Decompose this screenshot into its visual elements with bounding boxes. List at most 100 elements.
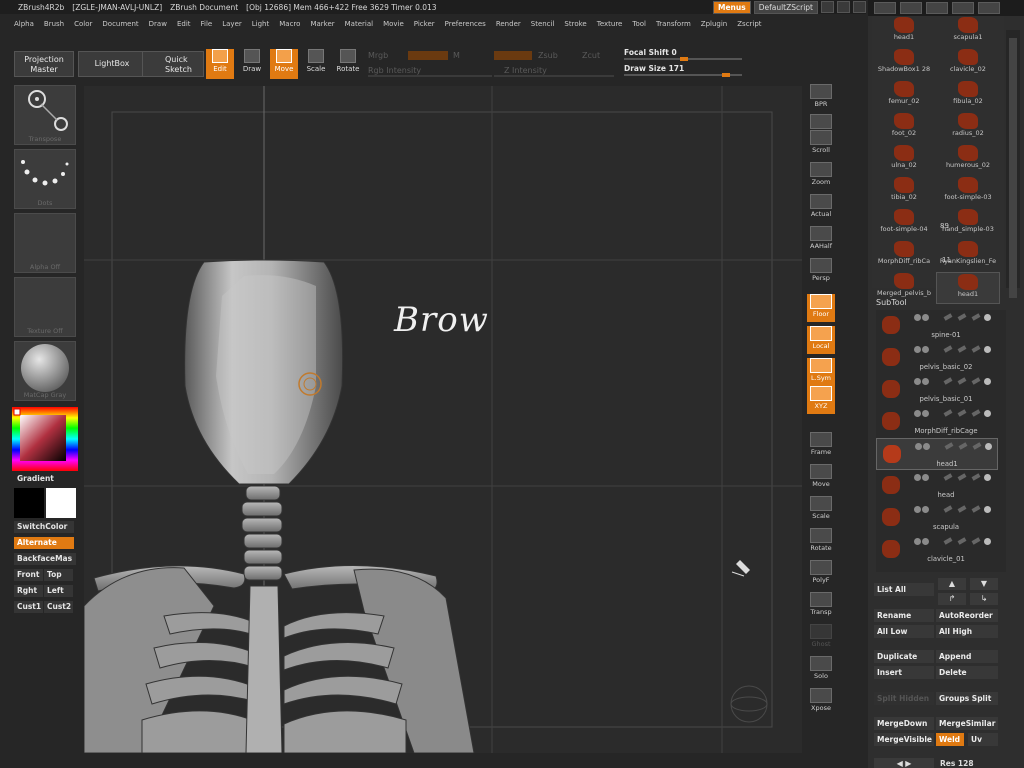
library-tool-item[interactable]: scapula1 (936, 16, 1000, 48)
edit-button[interactable]: Edit (206, 49, 234, 79)
library-scrollbar[interactable] (1006, 30, 1020, 298)
help-icon[interactable] (821, 1, 834, 13)
resolution-arrows[interactable]: ◀ ▶ (874, 758, 934, 768)
shelf-polyf-button[interactable]: PolyF (807, 560, 835, 588)
all-low-button[interactable]: All Low (874, 625, 934, 638)
shelf-actual-button[interactable]: Actual (807, 194, 835, 222)
shelf-zoom-button[interactable]: Zoom (807, 162, 835, 190)
left-view-button[interactable]: Left (44, 585, 73, 597)
shelf-local-button[interactable]: Local (807, 326, 835, 354)
projection-master-button[interactable]: Projection Master (14, 51, 74, 77)
draw-button[interactable]: Draw (238, 49, 266, 79)
move-button[interactable]: Move (270, 49, 298, 79)
library-tool-item[interactable]: humerous_02 (936, 144, 1000, 176)
panel-icon-5[interactable] (978, 2, 1000, 14)
menu-item-layer[interactable]: Layer (222, 20, 242, 28)
visibility-dot-icon[interactable] (922, 410, 929, 417)
shelf-frame-button[interactable]: Frame (807, 432, 835, 460)
menu-item-texture[interactable]: Texture (597, 20, 623, 28)
shelf-xyz-button[interactable]: XYZ (807, 386, 835, 414)
panel-icon-2[interactable] (900, 2, 922, 14)
mergesimilar-button[interactable]: MergeSimilar (936, 717, 998, 730)
library-tool-item[interactable]: fibula_02 (936, 80, 1000, 112)
lock-icon[interactable] (926, 2, 948, 14)
subtool-item[interactable]: head1 (876, 438, 998, 470)
subtool-item[interactable]: scapula (876, 502, 998, 534)
lightbox-button[interactable]: LightBox (78, 51, 146, 77)
visibility-dot-icon[interactable] (922, 474, 929, 481)
subtool-item[interactable]: head (876, 470, 998, 502)
secondary-color-swatch[interactable] (46, 488, 76, 518)
shelf-transp-button[interactable]: Transp (807, 592, 835, 620)
document-canvas[interactable]: Brow (84, 86, 802, 753)
shelf-xpose-button[interactable]: Xpose (807, 688, 835, 716)
subtool-item[interactable]: clavicle_01 (876, 534, 998, 566)
visibility-dot-icon[interactable] (914, 346, 921, 353)
menu-item-preferences[interactable]: Preferences (445, 20, 486, 28)
visibility-dot-icon[interactable] (915, 443, 922, 450)
library-tool-item[interactable]: radius_02 (936, 112, 1000, 144)
menu-item-edit[interactable]: Edit (177, 20, 191, 28)
default-zscript-button[interactable]: DefaultZScript (753, 0, 818, 14)
menu-item-draw[interactable]: Draw (149, 20, 167, 28)
visibility-dot-icon[interactable] (923, 443, 930, 450)
draw-size-slider[interactable]: Draw Size 171 (624, 64, 750, 78)
move-down-button[interactable]: ▼ (970, 578, 998, 590)
eye-icon[interactable] (984, 346, 991, 353)
material-thumbnail[interactable]: MatCap Gray (14, 341, 76, 401)
insert-button[interactable]: Insert (874, 666, 934, 679)
gradient-label[interactable]: Gradient (14, 473, 74, 485)
quick-sketch-button[interactable]: Quick Sketch (142, 51, 204, 77)
menu-item-zscript[interactable]: Zscript (737, 20, 761, 28)
zadd-toggle[interactable] (494, 51, 532, 60)
eye-icon[interactable] (985, 443, 992, 450)
all-high-button[interactable]: All High (936, 625, 998, 638)
library-tool-item[interactable]: clavicle_02 (936, 48, 1000, 80)
subtool-item[interactable]: spine-01 (876, 310, 998, 342)
shelf-lsym-button[interactable]: L.Sym (807, 358, 835, 386)
transpose-thumbnail[interactable]: Transpose (14, 85, 76, 145)
m-toggle[interactable]: M (453, 51, 460, 60)
visibility-dot-icon[interactable] (914, 474, 921, 481)
menu-item-marker[interactable]: Marker (310, 20, 334, 28)
shelf-scroll-button[interactable]: Scroll (807, 130, 835, 158)
draw-size-knob[interactable] (722, 73, 730, 77)
eye-icon[interactable] (984, 538, 991, 545)
menu-item-zplugin[interactable]: Zplugin (701, 20, 727, 28)
main-color-swatch[interactable] (14, 488, 44, 518)
right-view-button[interactable]: Rght (14, 585, 43, 597)
eye-icon[interactable] (984, 410, 991, 417)
library-scroll-thumb[interactable] (1009, 38, 1017, 298)
menu-item-light[interactable]: Light (252, 20, 269, 28)
menus-button[interactable]: Menus (713, 0, 751, 14)
shelf-move-button[interactable]: Move (807, 464, 835, 492)
custom-view-1-button[interactable]: Cust1 (14, 601, 43, 613)
menu-item-stroke[interactable]: Stroke (564, 20, 586, 28)
shelf-aahalf-button[interactable]: AAHalf (807, 226, 835, 254)
z-intensity-slider[interactable] (494, 75, 614, 77)
menu-item-color[interactable]: Color (74, 20, 92, 28)
rename-button[interactable]: Rename (874, 609, 934, 622)
swap-down-button[interactable]: ↳ (970, 593, 998, 605)
menu-item-brush[interactable]: Brush (44, 20, 64, 28)
rotate-button[interactable]: Rotate (334, 49, 362, 79)
visibility-dot-icon[interactable] (914, 410, 921, 417)
stroke-thumbnail[interactable]: Dots (14, 149, 76, 209)
visibility-dot-icon[interactable] (914, 538, 921, 545)
shelf-persp-button[interactable]: Persp (807, 258, 835, 286)
menu-item-material[interactable]: Material (345, 20, 373, 28)
texture-thumbnail[interactable]: Texture Off (14, 277, 76, 337)
menu-item-alpha[interactable]: Alpha (14, 20, 34, 28)
groups-split-button[interactable]: Groups Split (936, 692, 998, 705)
shelf-solo-button[interactable]: Solo (807, 656, 835, 684)
library-tool-item[interactable]: ShadowBox1 28 (872, 48, 936, 80)
menu-item-file[interactable]: File (201, 20, 213, 28)
move-up-button[interactable]: ▲ (938, 578, 966, 590)
menu-item-stencil[interactable]: Stencil (531, 20, 555, 28)
rgb-intensity-slider[interactable] (368, 75, 492, 77)
menu-item-transform[interactable]: Transform (656, 20, 691, 28)
list-all-button[interactable]: List All (874, 583, 934, 596)
shelf-ghost-button[interactable]: Ghost (807, 624, 835, 652)
shelf-rotate-button[interactable]: Rotate (807, 528, 835, 556)
weld-toggle[interactable]: Weld (936, 733, 964, 746)
